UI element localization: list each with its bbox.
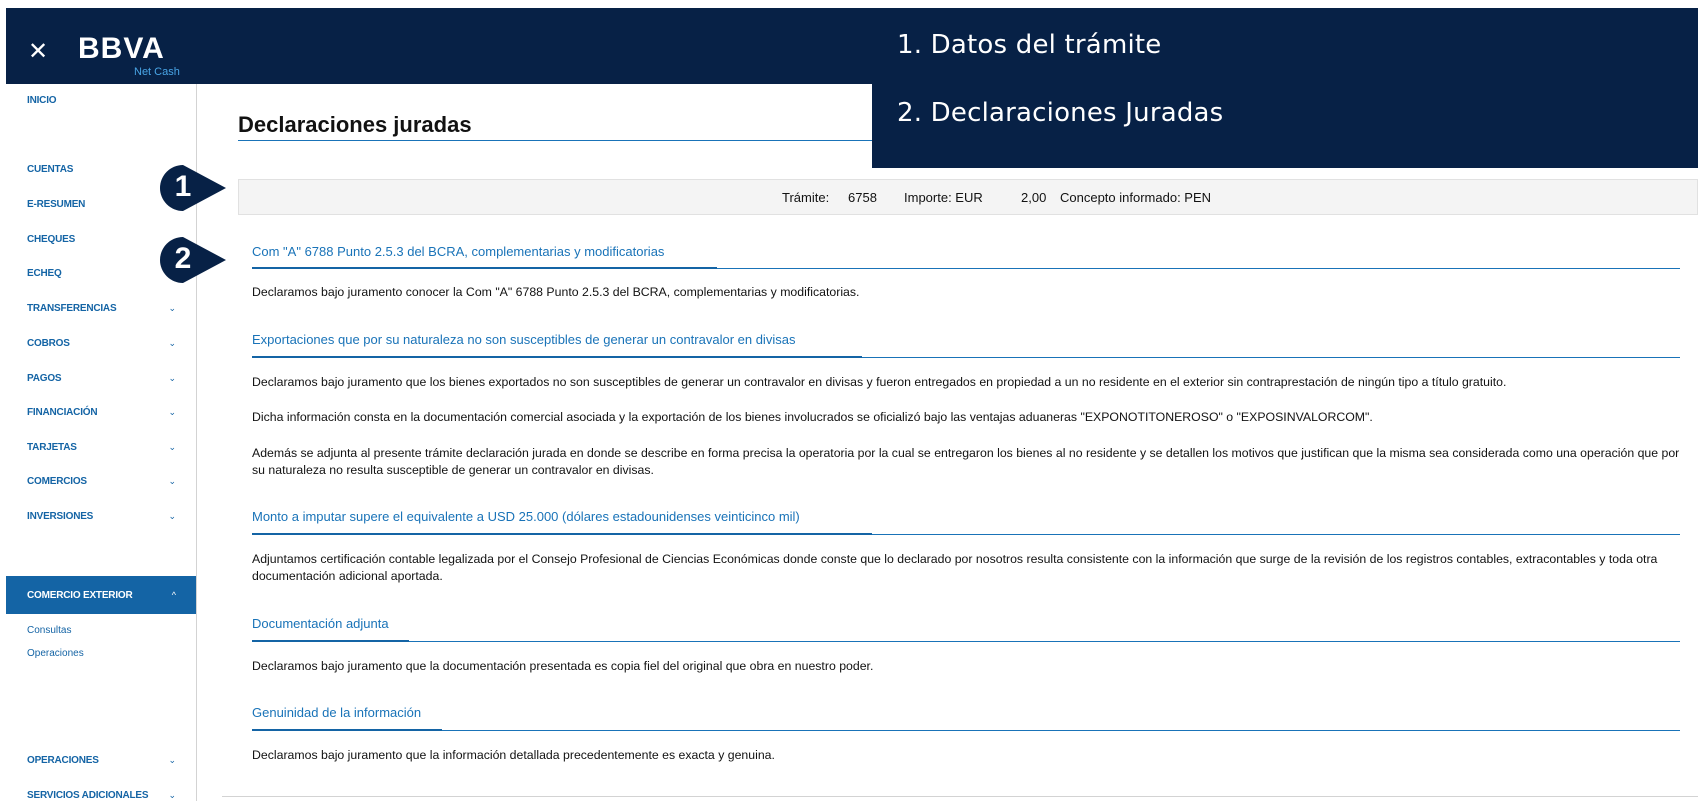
sidebar-item-label: FINANCIACIÓN (27, 406, 98, 418)
callout-box: 1. Datos del trámite 2. Declaraciones Ju… (872, 8, 1698, 168)
sidebar-item-label: COMERCIO EXTERIOR (27, 589, 133, 601)
sidebar-item-transferencias[interactable]: TRANSFERENCIAS ⌄ (6, 298, 196, 318)
callout-step-1: 1. Datos del trámite (897, 30, 1162, 60)
tramite-value: 6758 (848, 189, 877, 205)
section-title: Monto a imputar supere el equivalente a … (252, 509, 800, 524)
sidebar-item-inversiones[interactable]: INVERSIONES ⌄ (6, 506, 196, 526)
sidebar-item-tarjetas[interactable]: TARJETAS ⌄ (6, 437, 196, 457)
section-paragraph: Declaramos bajo juramento conocer la Com… (252, 285, 860, 299)
sidebar-item-label: CUENTAS (27, 163, 74, 175)
section-paragraph: Adjuntamos certificación contable legali… (252, 552, 1658, 583)
section-divider-accent (252, 356, 862, 358)
tramite-label: Trámite: (782, 189, 830, 205)
page-title: Declaraciones juradas (238, 112, 472, 137)
sidebar-item-label: INICIO (27, 94, 57, 106)
sidebar-item-label: COMERCIOS (27, 475, 87, 487)
sidebar-item-label: TARJETAS (27, 441, 77, 453)
chevron-down-icon: ⌄ (168, 302, 176, 313)
section-title: Com "A" 6788 Punto 2.5.3 del BCRA, compl… (252, 244, 665, 259)
section-divider (252, 730, 1680, 731)
chevron-down-icon: ⌄ (168, 372, 176, 383)
section-divider-accent (252, 267, 717, 269)
sidebar-item-label: OPERACIONES (27, 754, 99, 766)
section-title: Exportaciones que por su naturaleza no s… (252, 332, 796, 347)
sidebar-item-inicio[interactable]: INICIO (6, 90, 196, 110)
section-divider-accent (252, 640, 409, 642)
info-bar: Trámite: 6758 Importe: EUR 2,00 Concepto… (238, 179, 1698, 215)
section-paragraph: Declaramos bajo juramento que los bienes… (252, 375, 1507, 389)
section-paragraph: Además se adjunta al presente trámite de… (252, 446, 1680, 477)
sidebar-item-label: PAGOS (27, 372, 62, 384)
section-title: Genuinidad de la información (252, 705, 422, 720)
main-content: Declaraciones juradas Trámite: 6758 Impo… (198, 84, 1698, 801)
sidebar-item-label: SERVICIOS ADICIONALES (27, 789, 149, 801)
sidebar-item-servicios-adicionales[interactable]: SERVICIOS ADICIONALES ⌄ (6, 785, 196, 801)
sidebar-item-label: TRANSFERENCIAS (27, 302, 117, 314)
chevron-down-icon: ⌄ (168, 754, 176, 765)
section-paragraph: Declaramos bajo juramento que la informa… (252, 748, 775, 762)
callout-step-2: 2. Declaraciones Juradas (897, 98, 1224, 128)
logo-subtitle: Net Cash (134, 66, 180, 78)
section-divider-accent (252, 729, 442, 731)
section-divider-accent (252, 533, 872, 535)
sidebar-item-label: CHEQUES (27, 233, 76, 245)
sidebar-item-label: COBROS (27, 337, 70, 349)
chevron-down-icon: ⌄ (168, 510, 176, 521)
chevron-down-icon: ⌄ (168, 441, 176, 452)
importe-value: 2,00 (1021, 189, 1047, 205)
sidebar-subitem-consultas[interactable]: Consultas (27, 625, 71, 636)
chevron-down-icon: ⌄ (168, 475, 176, 486)
section-divider (252, 641, 1680, 642)
sidebar-subitem-operaciones[interactable]: Operaciones (27, 648, 84, 659)
step-badge-2: 2 (160, 236, 226, 284)
chevron-down-icon: ⌄ (168, 337, 176, 348)
step-badge-1: 1 (160, 164, 226, 212)
section-title: Documentación adjunta (252, 616, 389, 631)
sidebar-item-comercio-exterior[interactable]: COMERCIO EXTERIOR ^ (6, 576, 196, 614)
badge-number: 1 (174, 170, 192, 203)
close-icon[interactable]: ✕ (28, 40, 48, 64)
bottom-divider (222, 796, 1698, 797)
sidebar-item-label: INVERSIONES (27, 510, 94, 522)
sidebar-item-pagos[interactable]: PAGOS ⌄ (6, 368, 196, 388)
sidebar-item-financiacion[interactable]: FINANCIACIÓN ⌄ (6, 402, 196, 422)
bbva-logo: BBVA (78, 32, 165, 65)
badge-number: 2 (174, 242, 192, 275)
concepto-label: Concepto informado: PEN (1060, 189, 1212, 205)
sidebar-item-comercios[interactable]: COMERCIOS ⌄ (6, 471, 196, 491)
section-paragraph: Dicha información consta en la documenta… (252, 410, 1373, 424)
chevron-down-icon: ⌄ (168, 789, 176, 800)
sidebar-item-cobros[interactable]: COBROS ⌄ (6, 333, 196, 353)
importe-label: Importe: EUR (904, 189, 983, 205)
chevron-down-icon: ⌄ (168, 406, 176, 417)
sidebar-item-label: E-RESUMEN (27, 198, 86, 210)
section-paragraph: Declaramos bajo juramento que la documen… (252, 659, 874, 673)
sidebar-item-label: ECHEQ (27, 267, 62, 279)
sidebar-item-operaciones[interactable]: OPERACIONES ⌄ (6, 750, 196, 770)
chevron-up-icon: ^ (171, 590, 176, 600)
